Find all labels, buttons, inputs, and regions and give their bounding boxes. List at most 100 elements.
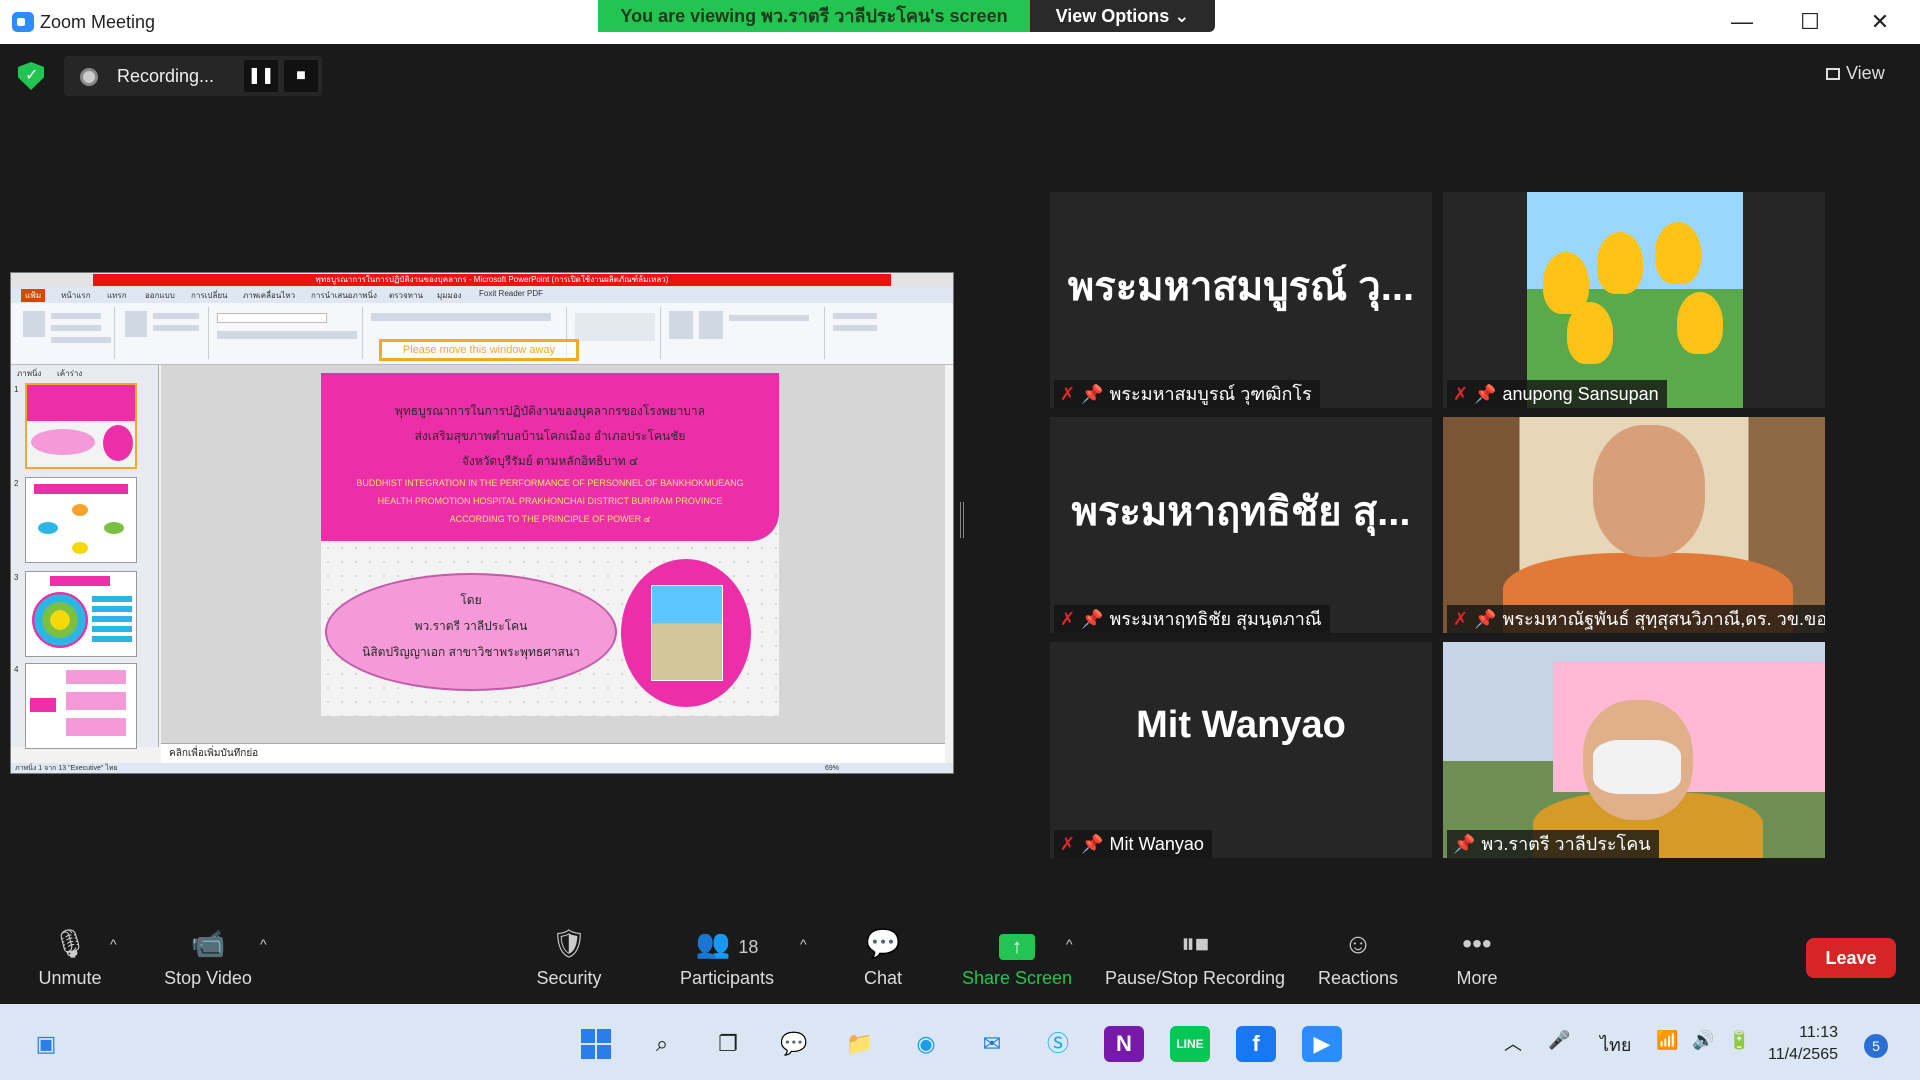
slide-thumbnail-1[interactable] — [25, 383, 137, 469]
author-photo-circle[interactable] — [621, 559, 751, 707]
notification-badge[interactable]: 5 — [1864, 1034, 1888, 1058]
leave-button[interactable]: Leave — [1806, 938, 1896, 978]
cloud-text-line: พว.ราตรี วาลีประโคน — [414, 619, 528, 633]
line-app-icon[interactable]: LINE — [1170, 1026, 1210, 1062]
participants-button[interactable]: 👥 18 Participants — [668, 928, 786, 989]
input-language[interactable]: ไทย — [1600, 1030, 1631, 1059]
participant-name: Mit Wanyao — [1109, 834, 1204, 854]
author-cloud-shape[interactable]: โดย พว.ราตรี วาลีประโคน นิสิตปริญญาเอก ส… — [325, 573, 617, 691]
chat-button[interactable]: 💬 Chat — [858, 928, 908, 989]
share-screen-button[interactable]: ↑ Share Screen — [958, 928, 1076, 989]
edge-browser-icon[interactable]: ◉ — [906, 1026, 946, 1062]
splitter-handle[interactable] — [960, 502, 964, 538]
arrange-icon[interactable] — [669, 311, 693, 339]
wifi-icon[interactable]: 📶 — [1656, 1030, 1678, 1051]
participant-tile[interactable]: Mit Wanyao ✗ 📌 Mit Wanyao — [1050, 642, 1432, 858]
widgets-icon[interactable]: ▣ — [26, 1026, 66, 1062]
shared-screen[interactable]: พุทธบูรณาการในการปฏิบัติงานของบุคลากร - … — [10, 272, 954, 774]
maximize-button[interactable]: ☐ — [1790, 8, 1830, 36]
slide-title-box[interactable]: พุทธบูรณาการในการปฏิบัติงานของบุคลากรของ… — [321, 373, 779, 541]
font-format-icon[interactable] — [217, 331, 357, 339]
skype-icon[interactable]: Ⓢ — [1038, 1026, 1078, 1062]
participant-tile[interactable]: ✗ 📌 พระมหาณัฐพันธ์ สุทฺสุสนวิภาณี,ดร. วข.ข… — [1443, 417, 1825, 633]
search-icon[interactable]: ⌕ — [642, 1026, 682, 1062]
facebook-icon[interactable]: f — [1236, 1026, 1276, 1062]
file-explorer-icon[interactable]: 📁 — [840, 1026, 880, 1062]
ppt-tab[interactable]: แฟ้ม — [21, 289, 46, 302]
tray-overflow-chevron-icon[interactable]: ︿ — [1504, 1030, 1522, 1056]
shape-fill-icon[interactable] — [729, 315, 809, 321]
volume-icon[interactable]: 🔊 — [1692, 1030, 1714, 1051]
reset-icon[interactable] — [153, 325, 199, 331]
slide-notes[interactable]: คลิกเพื่อเพิ่มบันทึกย่อ — [161, 743, 945, 765]
security-button[interactable]: 🛡 Security — [524, 928, 614, 989]
pause-stop-recording-button[interactable]: ⏸⏹ Pause/Stop Recording — [1100, 928, 1290, 989]
stop-recording-button[interactable]: ■ — [284, 60, 318, 92]
recording-label: Recording... — [117, 66, 215, 86]
participant-tile-active-speaker[interactable]: 📌 พว.ราตรี วาลีประโคน — [1443, 642, 1825, 858]
participant-tile[interactable]: ✗ 📌 anupong Sansupan — [1443, 192, 1825, 408]
slide-thumbnail-3[interactable] — [25, 571, 137, 657]
view-layout-button[interactable]: View — [1826, 58, 1906, 88]
slide-subtitle-line: HEALTH PROMOTION HOSPITAL PRAKHONCHAI DI… — [377, 496, 723, 506]
ppt-tab[interactable]: Foxit Reader PDF — [479, 289, 543, 298]
zoom-level[interactable]: 69% — [825, 763, 839, 773]
battery-icon[interactable]: 🔋 — [1728, 1030, 1750, 1051]
mail-icon[interactable]: ✉ — [972, 1026, 1012, 1062]
unmute-button[interactable]: 🎙 Unmute — [28, 928, 112, 989]
ppt-tab[interactable]: การเปลี่ยน — [191, 289, 228, 302]
new-slide-icon[interactable] — [125, 311, 147, 337]
format-painter-icon[interactable] — [51, 337, 111, 343]
close-button[interactable]: ✕ — [1860, 8, 1900, 36]
ppt-tab[interactable]: ออกแบบ — [145, 289, 175, 302]
microphone-tray-icon[interactable]: 🎤 — [1548, 1030, 1570, 1051]
panel-tab-outline[interactable]: เค้าร่าง — [57, 367, 82, 380]
find-icon[interactable] — [833, 313, 877, 319]
reactions-button[interactable]: ☺ Reactions — [1316, 928, 1400, 989]
pause-recording-button[interactable]: ❚❚ — [244, 60, 278, 92]
current-slide[interactable]: พุทธบูรณาการในการปฏิบัติงานของบุคลากรของ… — [321, 373, 779, 716]
start-button[interactable] — [576, 1026, 616, 1062]
participant-name-tag: ✗ 📌 พระมหาสมบูรณ์ วุฑฒิกโร — [1054, 380, 1320, 408]
slide-thumbnail-panel: ภาพนิ่ง เค้าร่าง 1 2 3 4 — [11, 365, 159, 749]
stop-video-button[interactable]: 📹 Stop Video — [152, 928, 264, 989]
paste-icon[interactable] — [23, 311, 45, 337]
encryption-shield-icon[interactable] — [18, 62, 44, 90]
slide-thumbnail-2[interactable] — [25, 477, 137, 563]
participant-tile[interactable]: พระมหาสมบูรณ์ วุ... ✗ 📌 พระมหาสมบูรณ์ วุฑฒ… — [1050, 192, 1432, 408]
onenote-icon[interactable]: N — [1104, 1026, 1144, 1062]
copy-icon[interactable] — [51, 325, 101, 331]
participants-options-chevron-icon[interactable]: ^ — [800, 936, 807, 952]
shapes-icon[interactable] — [575, 313, 655, 341]
share-options-chevron-icon[interactable]: ^ — [1066, 936, 1073, 952]
ppt-tab[interactable]: ตรวจทาน — [389, 289, 423, 302]
view-options-button[interactable]: View Options ⌄ — [1030, 0, 1215, 32]
cut-icon[interactable] — [51, 313, 101, 319]
quick-styles-icon[interactable] — [699, 311, 723, 339]
participant-tile[interactable]: พระมหาฤทธิชัย สุ... ✗ 📌 พระมหาฤทธิชัย สุมน… — [1050, 417, 1432, 633]
replace-icon[interactable] — [833, 325, 877, 331]
ppt-tab[interactable]: หน้าแรก — [61, 289, 91, 302]
recording-bar: Recording... ❚❚ ■ — [64, 56, 322, 96]
clock-date: 11/4/2565 — [1768, 1046, 1838, 1063]
ppt-tab[interactable]: มุมมอง — [437, 289, 462, 302]
windows-taskbar: ▣ ⌕ ❐ 💬 📁 ◉ ✉ Ⓢ N LINE f ▶ ︿ 🎤 ไทย 📶 🔊 🔋… — [0, 1004, 1920, 1080]
minimize-button[interactable]: — — [1722, 8, 1762, 36]
panel-tab-slides[interactable]: ภาพนิ่ง — [17, 367, 41, 380]
layout-icon[interactable] — [153, 313, 199, 319]
zoom-taskbar-icon[interactable]: ▶ — [1302, 1026, 1342, 1062]
audio-options-chevron-icon[interactable]: ^ — [110, 936, 117, 952]
font-select[interactable] — [217, 313, 327, 323]
meeting-toolbar: 🎙 Unmute ^ 📹 Stop Video ^ 🛡 Security 👥 18 Pa… — [0, 910, 1920, 1004]
slide-editing-area[interactable]: พุทธบูรณาการในการปฏิบัติงานของบุคลากรของ… — [161, 365, 945, 743]
ppt-tab[interactable]: แทรก — [107, 289, 127, 302]
ppt-tab[interactable]: ภาพเคลื่อนไหว — [243, 289, 295, 302]
video-options-chevron-icon[interactable]: ^ — [260, 936, 267, 952]
paragraph-icon[interactable] — [371, 313, 551, 321]
system-clock[interactable]: 11:13 11/4/2565 — [1768, 1022, 1838, 1066]
teams-chat-icon[interactable]: 💬 — [774, 1026, 814, 1062]
slide-thumbnail-4[interactable] — [25, 663, 137, 749]
task-view-icon[interactable]: ❐ — [708, 1026, 748, 1062]
more-button[interactable]: ••• More — [1452, 928, 1502, 989]
ppt-tab[interactable]: การนำเสนอภาพนิ่ง — [311, 289, 377, 302]
